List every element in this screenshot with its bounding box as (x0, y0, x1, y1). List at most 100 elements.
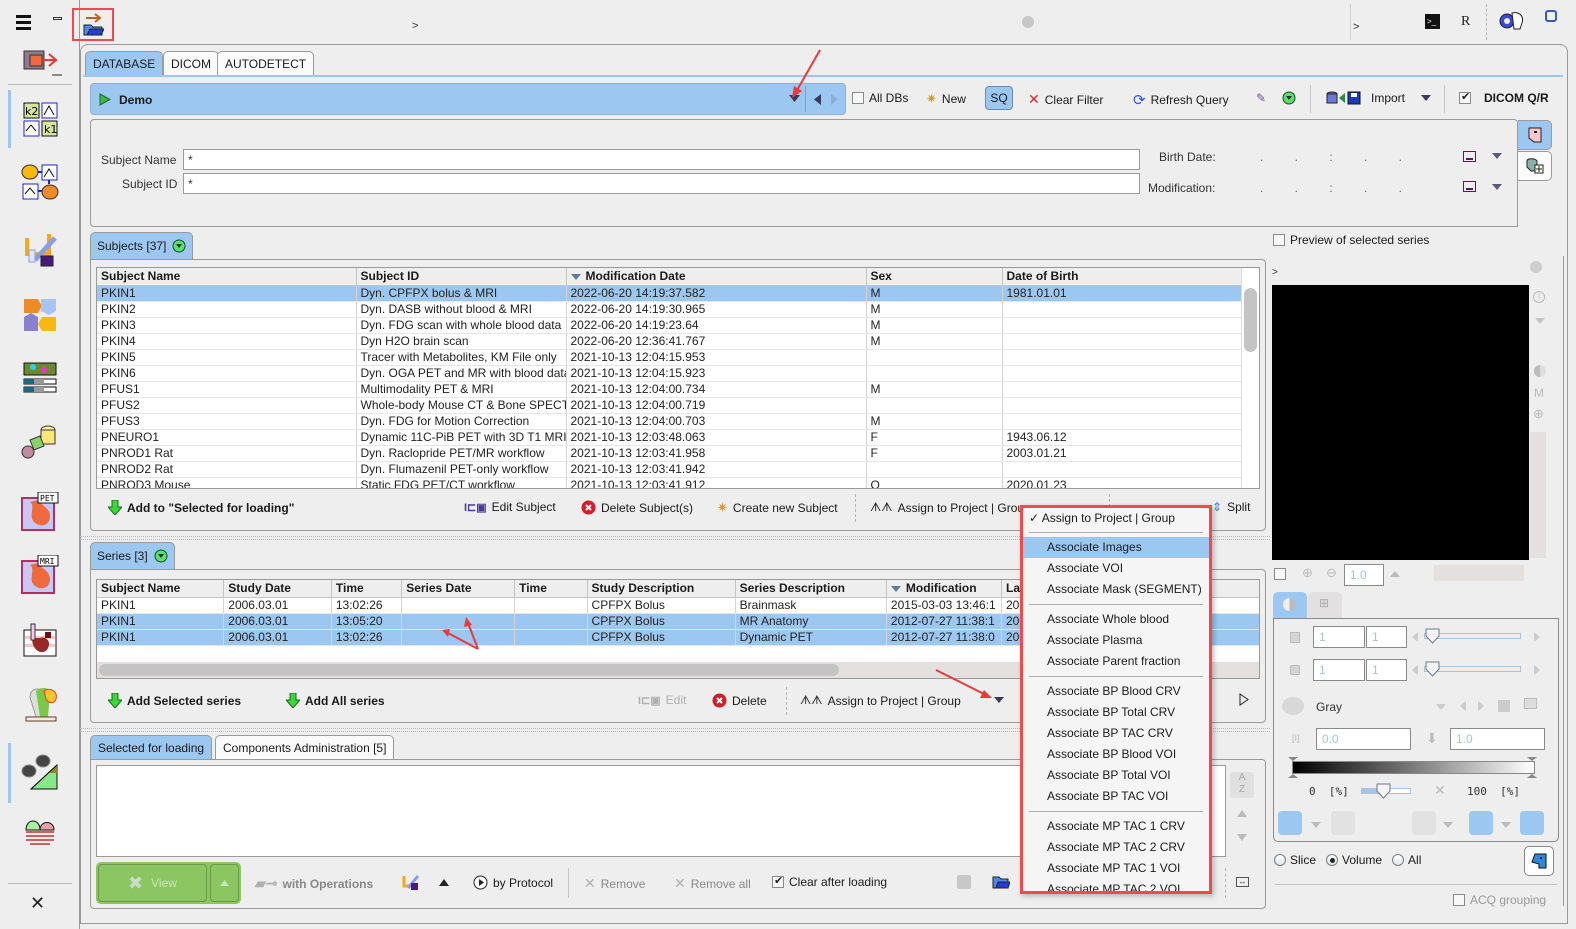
query-options-button[interactable]: ✎ (1256, 91, 1266, 105)
preview-checkbox[interactable]: Preview of selected series (1273, 233, 1429, 247)
remove-button[interactable]: ✕ Remove (584, 875, 645, 892)
subject-row[interactable]: PKIN1 Dyn. CPFPX bolus & MRI 2022-06-20 14… (97, 285, 1244, 302)
colormap-dropdown-icon[interactable] (1436, 704, 1446, 710)
tab-components-administration[interactable]: Components Administration [5] (215, 735, 395, 759)
frame-next-icon[interactable] (1534, 665, 1540, 675)
dicom-qr-check[interactable] (1459, 90, 1471, 104)
series-column-header[interactable]: Subject Name (97, 580, 225, 598)
green-circle-chevron-icon[interactable] (154, 549, 168, 563)
subjects-column-header[interactable]: Subject ID (356, 268, 567, 286)
subjects-column-header[interactable]: Date of Birth (1002, 268, 1244, 286)
preview-chevron[interactable]: > (1272, 267, 1278, 278)
birth-date-dropdown-icon[interactable] (1492, 153, 1502, 159)
layout-dropdown-icon[interactable] (1311, 822, 1321, 828)
series-column-header[interactable]: Time (331, 580, 403, 598)
palette-icon[interactable] (1282, 697, 1304, 715)
modification-clear-button[interactable] (1463, 181, 1476, 192)
slice-from-input[interactable] (1313, 626, 1365, 648)
menu-item[interactable]: Associate Whole blood (1023, 609, 1209, 630)
subjects-column-header[interactable]: Sex (866, 268, 1003, 286)
tab-selected-for-loading[interactable]: Selected for loading (90, 735, 213, 759)
subject-name-input[interactable] (183, 149, 1140, 170)
layout-button[interactable] (1278, 811, 1302, 835)
menu-item[interactable]: Associate BP TAC CRV (1023, 723, 1209, 744)
sidebar-item-pbas[interactable] (18, 160, 62, 204)
clear-after-loading-checkbox[interactable]: Clear after loading (772, 874, 887, 889)
new-button[interactable]: ✷ New (926, 91, 966, 107)
frame-from-input[interactable] (1313, 659, 1365, 681)
reset-range-icon[interactable]: ✕ (1434, 782, 1446, 799)
subject-row[interactable]: PKIN6 Dyn. OGA PET and MR with blood data… (97, 365, 1244, 382)
menu-item[interactable]: ✓ Assign to Project | Group (1023, 508, 1209, 529)
subjects-scrollbar[interactable] (1241, 268, 1259, 488)
cursor-button[interactable] (1469, 811, 1493, 835)
sidebar-item-pfus[interactable] (18, 293, 62, 337)
subject-row[interactable]: PKIN2 Dyn. DASB without blood & MRI 2022-0… (97, 301, 1244, 318)
import-button[interactable]: Import (1326, 91, 1405, 105)
clear-after-loading-check[interactable] (772, 874, 784, 888)
scope-radio-slice[interactable] (1274, 854, 1286, 866)
subject-row[interactable]: PNROD3 Mouse Static FDG PET/CT workflow 20… (97, 477, 1244, 488)
assign-project-dropdown-icon[interactable] (994, 697, 1004, 704)
add-selected-series-button[interactable]: Add Selected series (108, 693, 241, 708)
database-selector[interactable]: Demo (90, 83, 846, 115)
operations-chevron-up-icon[interactable] (439, 879, 449, 886)
contrast-icon[interactable] (1534, 365, 1546, 377)
menu-item[interactable]: Associate VOI (1023, 558, 1209, 579)
series-column-header[interactable]: Series Description (735, 580, 887, 598)
remove-all-button[interactable]: ✕ Remove all (674, 875, 751, 892)
all-dbs-checkbox[interactable]: All DBs (852, 91, 908, 105)
expand-series-icon[interactable] (1239, 693, 1249, 706)
sidebar-item-pnrod[interactable] (18, 750, 62, 794)
series-column-header[interactable]: Study Description (587, 580, 736, 598)
load-button[interactable] (72, 8, 114, 41)
minimize-sidebar-button[interactable] (53, 17, 62, 20)
frame-prev-icon[interactable] (1412, 665, 1418, 675)
sidebar-item-pkin-bowel[interactable] (18, 810, 62, 854)
menu-button[interactable] (14, 12, 34, 32)
menu-item[interactable]: Associate BP Blood VOI (1023, 744, 1209, 765)
subject-row[interactable]: PFUS2 Whole-body Mouse CT & Bone SPECT 202… (97, 397, 1244, 414)
subject-row[interactable]: PKIN5 Tracer with Metabolites, KM File on… (97, 349, 1244, 366)
preview-check[interactable] (1273, 234, 1285, 246)
menu-item[interactable]: Associate BP Total CRV (1023, 702, 1209, 723)
grid-button[interactable] (1412, 811, 1436, 835)
menu-item[interactable]: Associate Images (1023, 537, 1209, 558)
terminal-button[interactable]: >_ (1425, 14, 1440, 29)
colorbar-right-handle[interactable] (1527, 757, 1537, 778)
zoom-in-icon[interactable]: ⊕ (1302, 565, 1313, 581)
collapse-preview-icon[interactable] (1530, 261, 1542, 273)
subject-row[interactable]: PKIN3 Dyn. FDG scan with whole blood data… (97, 317, 1244, 334)
crosshair-icon[interactable]: ⊕ (1533, 406, 1544, 422)
menu-item[interactable]: Associate MP TAC 2 VOI (1023, 879, 1209, 891)
series-column-header[interactable]: Time (514, 580, 588, 598)
series-tab[interactable]: Series [3] (90, 542, 175, 569)
sidebar-item-p3d[interactable] (18, 418, 62, 462)
subject-row[interactable]: PNEURO1 Dynamic 11C-PiB PET with 3D T1 MR… (97, 429, 1244, 446)
expand-filter-button[interactable] (1282, 91, 1296, 105)
subjects-column-header[interactable]: Modification Date (566, 268, 867, 286)
clear-filter-button[interactable]: ✕ Clear Filter (1028, 91, 1103, 108)
menu-item[interactable]: Associate Parent fraction (1023, 651, 1209, 672)
import-dropdown-icon[interactable] (1421, 95, 1431, 102)
colormap-name[interactable]: Gray (1316, 700, 1342, 714)
preview-options-chevron-icon[interactable] (1535, 318, 1545, 324)
colormap-prev-icon[interactable] (1460, 701, 1466, 711)
sidebar-item-pcard-mri[interactable]: MRI (18, 553, 62, 597)
menu-item[interactable]: Associate Mask (SEGMENT) (1023, 579, 1209, 600)
tab-database[interactable]: DATABASE (85, 51, 164, 75)
max-value-input[interactable] (1450, 728, 1545, 750)
fit-checkbox[interactable] (1274, 568, 1286, 580)
window-restore-icon[interactable] (1545, 10, 1557, 22)
view-options-button[interactable] (210, 864, 239, 902)
refresh-query-button[interactable]: ⟳ Refresh Query (1133, 91, 1229, 109)
series-column-header[interactable]: Modification (886, 580, 1002, 598)
subjects-column-header[interactable]: Subject Name (97, 268, 357, 286)
right-breadcrumb-chevron[interactable]: > (1353, 21, 1359, 33)
slice-next-icon[interactable] (1534, 632, 1540, 642)
series-column-header[interactable]: Series Date (401, 580, 516, 598)
subject-row[interactable]: PKIN4 Dyn H2O brain scan 2022-06-20 12:36:… (97, 333, 1244, 350)
acq-grouping-check[interactable] (1453, 894, 1465, 906)
subject-row[interactable]: PFUS1 Multimodality PET & MRI 2021-10-13 1… (97, 381, 1244, 398)
birth-date-clear-button[interactable] (1463, 151, 1476, 162)
